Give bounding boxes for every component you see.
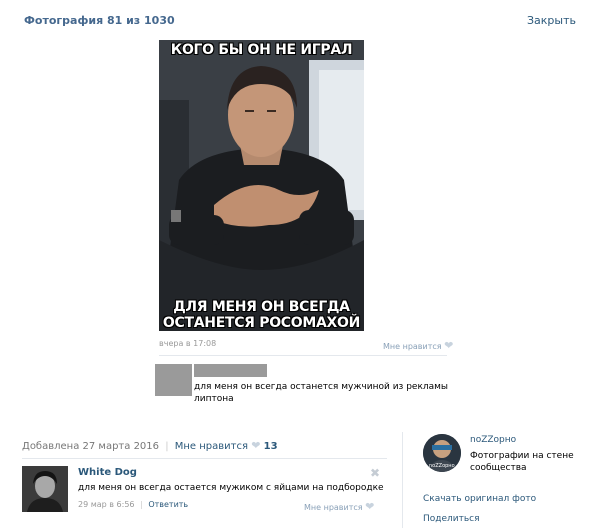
divider [159,355,447,356]
meme-caption-bottom: ДЛЯ МЕНЯ ОН ВСЕГДА ОСТАНЕТСЯ РОСОМАХОЙ [159,299,364,331]
avatar-image [22,466,68,512]
photo-image [159,40,364,331]
heart-icon: ❤ [251,439,261,452]
inner-comment-text: для меня он всегда останется мужчиной из… [194,382,449,404]
comment-meta: 29 мар в 6:56 | Ответить [78,500,188,509]
owner-name[interactable]: noZZорно [470,435,516,445]
share-link[interactable]: Поделиться [423,514,480,524]
photo-like-label: Мне нравится [383,342,442,351]
avatar[interactable] [22,466,68,512]
close-icon[interactable]: ✖ [370,466,380,480]
like-count[interactable]: 13 [264,441,278,452]
heart-icon: ❤ [444,339,454,352]
comment-author[interactable]: White Dog [78,467,137,478]
download-original-link[interactable]: Скачать оригинал фото [423,494,536,504]
photo[interactable]: КОГО БЫ ОН НЕ ИГРАЛ ДЛЯ МЕНЯ ОН ВСЕГДА О… [159,40,364,331]
meme-caption-bottom-line2: ОСТАНЕТСЯ РОСОМАХОЙ [162,315,361,331]
comment-like-button[interactable]: Мне нравится ❤ [304,500,374,513]
owner-avatar[interactable]: noZZорно [423,434,461,472]
censored-avatar [155,364,192,396]
owner-avatar-label: noZZорно [429,463,455,469]
comment-separator: | [140,500,143,509]
divider [22,458,387,459]
added-date: Добавлена 27 марта 2016 [22,441,160,452]
close-button[interactable]: Закрыть [527,14,576,27]
photo-counter: Фотография 81 из 1030 [24,14,175,27]
owner-avatar-image: noZZорно [423,434,461,472]
owner-description: Фотографии на стене сообщества [470,451,574,473]
meme-caption-bottom-line1: ДЛЯ МЕНЯ ОН ВСЕГДА [173,299,350,315]
column-divider [402,432,403,528]
reply-button[interactable]: Ответить [148,500,188,509]
photo-like-button[interactable]: Мне нравится ❤ [383,339,453,352]
post-like-button[interactable]: Мне нравится [175,441,248,452]
comment-text: для меня он всегда остается мужиком с яй… [78,483,384,493]
censored-name [194,364,267,377]
post-meta: Добавлена 27 марта 2016 | Мне нравится ❤… [22,439,278,452]
meta-separator: | [165,441,169,452]
heart-icon: ❤ [365,500,375,513]
comment-date[interactable]: 29 мар в 6:56 [78,500,135,509]
comment-like-label: Мне нравится [304,503,363,512]
meme-caption-top: КОГО БЫ ОН НЕ ИГРАЛ [170,42,353,58]
photo-time: вчера в 17:08 [159,339,217,348]
